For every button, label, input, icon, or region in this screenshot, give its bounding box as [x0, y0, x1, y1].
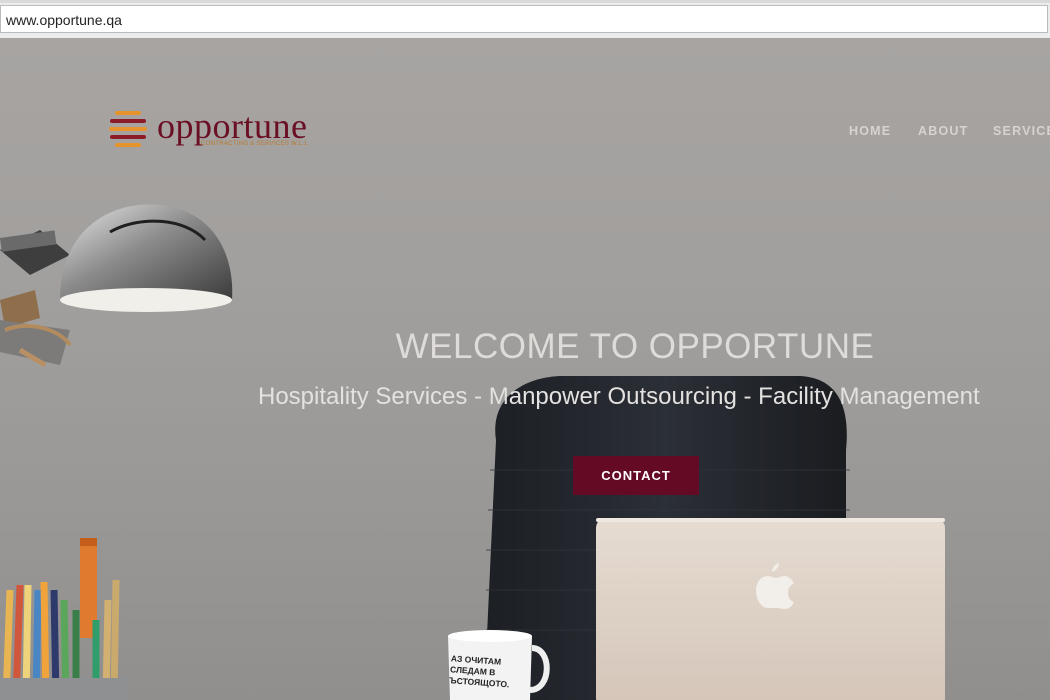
mug-text: АЗ ОЧИТАМ СЛЕДАМ В ЪСТОЯЩОТО. — [449, 653, 531, 692]
address-bar[interactable]: www.opportune.qa — [0, 5, 1048, 33]
laptop — [596, 518, 945, 700]
pencil-cup — [0, 538, 128, 700]
browser-toolbar: www.opportune.qa — [0, 0, 1050, 38]
hero-section: АЗ ОЧИТАМ СЛЕДАМ В ЪСТОЯЩОТО. opportune … — [0, 38, 1050, 700]
hero-tagline: Hospitality Services - Manpower Outsourc… — [258, 383, 980, 410]
contact-button[interactable]: CONTACT — [573, 456, 699, 495]
address-bar-url[interactable]: www.opportune.qa — [6, 12, 122, 28]
nav-services[interactable]: SERVICE — [993, 124, 1050, 138]
tab-strip-edge — [0, 0, 1050, 3]
hero-title: WELCOME TO OPPORTUNE — [395, 327, 875, 366]
logo-tagline: CONTRACTING & SERVICES W.L.L — [201, 141, 308, 147]
nav-about[interactable]: ABOUT — [918, 124, 968, 138]
logo-wordmark: opportune — [157, 106, 308, 146]
nav-home[interactable]: HOME — [849, 124, 891, 138]
logo-stripes-icon — [109, 111, 147, 147]
